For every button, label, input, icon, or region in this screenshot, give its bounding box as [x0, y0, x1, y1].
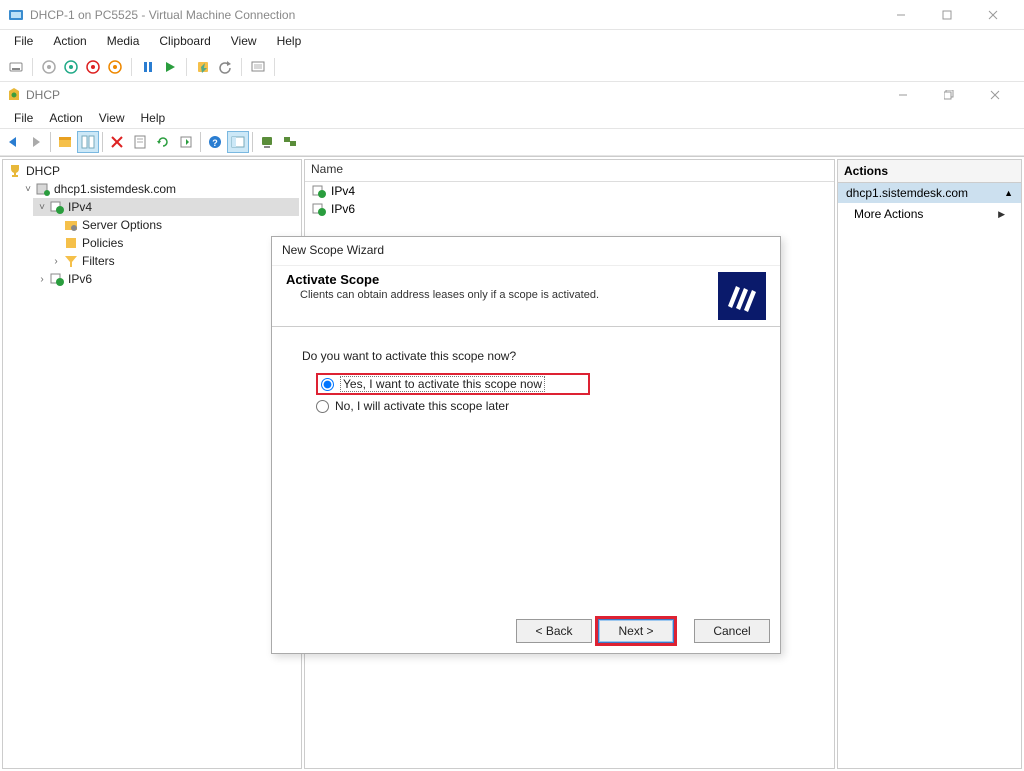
list-header-name[interactable]: Name: [305, 160, 834, 182]
vm-menu-action[interactable]: Action: [45, 32, 94, 50]
vm-toolbar: [0, 52, 1024, 82]
actions-panel: Actions dhcp1.sistemdesk.com ▲ More Acti…: [837, 159, 1022, 769]
dhcp-restore-button[interactable]: [926, 82, 972, 108]
tree-ipv6[interactable]: › IPv6: [33, 270, 299, 288]
radio-no-label: No, I will activate this scope later: [335, 399, 509, 413]
vm-icon: [8, 7, 24, 23]
cancel-button[interactable]: Cancel: [694, 619, 770, 643]
wizard-title: New Scope Wizard: [272, 237, 780, 265]
collapse-arrow-icon: ▲: [1004, 188, 1013, 198]
radio-no-row[interactable]: No, I will activate this scope later: [316, 399, 750, 413]
vm-title: DHCP-1 on PC5525 - Virtual Machine Conne…: [30, 8, 295, 22]
actions-section[interactable]: dhcp1.sistemdesk.com ▲: [838, 183, 1021, 203]
more-actions[interactable]: More Actions ▶: [838, 203, 1021, 225]
server-icon: [35, 181, 51, 197]
filters-icon: [63, 253, 79, 269]
radio-yes-label: Yes, I want to activate this scope now: [340, 376, 545, 392]
tree-ipv4[interactable]: ˅ IPv4: [33, 198, 299, 216]
actions-header: Actions: [838, 160, 1021, 183]
expand-icon[interactable]: ›: [49, 256, 63, 267]
mmc-toolbar: ?: [0, 128, 1024, 156]
dhcp-titlebar: DHCP: [0, 82, 1024, 108]
policies-icon: [63, 235, 79, 251]
tree-server-options[interactable]: Server Options: [47, 216, 299, 234]
forward-icon[interactable]: [25, 131, 47, 153]
pause-icon[interactable]: [138, 57, 158, 77]
show-hide-tree-icon[interactable]: [54, 131, 76, 153]
expand-icon[interactable]: ›: [35, 274, 49, 285]
dhcp-minimize-button[interactable]: [880, 82, 926, 108]
wizard-header-icon: [718, 272, 766, 320]
tree-filters[interactable]: › Filters: [47, 252, 299, 270]
maximize-button[interactable]: [924, 0, 970, 30]
radio-no[interactable]: [316, 400, 329, 413]
wizard-header-title: Activate Scope: [286, 272, 718, 287]
vm-menubar: File Action Media Clipboard View Help: [0, 30, 1024, 52]
dhcp-icon: [6, 86, 22, 105]
vm-menu-file[interactable]: File: [6, 32, 41, 50]
collapse-icon[interactable]: ˅: [21, 184, 35, 195]
reset-icon[interactable]: [160, 57, 180, 77]
vm-menu-media[interactable]: Media: [99, 32, 148, 50]
back-icon[interactable]: [2, 131, 24, 153]
ipv4-icon: [311, 183, 327, 199]
shutdown-icon[interactable]: [83, 57, 103, 77]
ctrl-alt-del-icon[interactable]: [6, 57, 26, 77]
ipv6-icon: [49, 271, 65, 287]
turnoff-icon[interactable]: [61, 57, 81, 77]
trophy-icon: [7, 163, 23, 179]
dhcp-close-button[interactable]: [972, 82, 1018, 108]
close-button[interactable]: [970, 0, 1016, 30]
delete-icon[interactable]: [106, 131, 128, 153]
start-icon[interactable]: [39, 57, 59, 77]
wizard-question: Do you want to activate this scope now?: [302, 349, 750, 363]
show-hide-action-icon[interactable]: [77, 131, 99, 153]
ipv4-icon: [49, 199, 65, 215]
vm-menu-view[interactable]: View: [223, 32, 265, 50]
ipv6-icon: [311, 201, 327, 217]
folder-gear-icon: [63, 217, 79, 233]
minimize-button[interactable]: [878, 0, 924, 30]
back-button[interactable]: < Back: [516, 619, 592, 643]
save-icon[interactable]: [105, 57, 125, 77]
wizard-header-sub: Clients can obtain address leases only i…: [286, 287, 718, 301]
list-panel: Name IPv4 IPv6 New Scope Wizard Activate…: [304, 159, 835, 769]
vm-titlebar: DHCP-1 on PC5525 - Virtual Machine Conne…: [0, 0, 1024, 30]
tree-policies[interactable]: Policies: [47, 234, 299, 252]
tree-server[interactable]: ˅ dhcp1.sistemdesk.com: [19, 180, 299, 198]
tree-root[interactable]: DHCP: [5, 162, 299, 180]
mmc-menu-help[interactable]: Help: [133, 109, 174, 127]
export-icon[interactable]: [175, 131, 197, 153]
mmc-menu-action[interactable]: Action: [41, 109, 90, 127]
refresh-icon[interactable]: [152, 131, 174, 153]
mmc-menu-file[interactable]: File: [6, 109, 41, 127]
add-server-icon[interactable]: [256, 131, 278, 153]
svg-text:?: ?: [212, 138, 218, 148]
list-item-ipv6[interactable]: IPv6: [305, 200, 834, 218]
vm-menu-clipboard[interactable]: Clipboard: [151, 32, 218, 50]
radio-yes[interactable]: [321, 378, 334, 391]
mmc-menubar: File Action View Help: [0, 108, 1024, 128]
manage-authorized-icon[interactable]: [279, 131, 301, 153]
new-scope-wizard: New Scope Wizard Activate Scope Clients …: [271, 236, 781, 654]
enhanced-session-icon[interactable]: [248, 57, 268, 77]
mmc-menu-view[interactable]: View: [91, 109, 133, 127]
vm-menu-help[interactable]: Help: [269, 32, 310, 50]
collapse-icon[interactable]: ˅: [35, 202, 49, 213]
checkpoint-icon[interactable]: [193, 57, 213, 77]
revert-icon[interactable]: [215, 57, 235, 77]
next-button[interactable]: Next >: [598, 619, 674, 643]
list-item-ipv4[interactable]: IPv4: [305, 182, 834, 200]
help-icon[interactable]: ?: [204, 131, 226, 153]
radio-yes-row[interactable]: Yes, I want to activate this scope now: [316, 373, 590, 395]
tree-panel: DHCP ˅ dhcp1.sistemdesk.com ˅ IPv4: [2, 159, 302, 769]
small-icons-icon[interactable]: [227, 131, 249, 153]
submenu-arrow-icon: ▶: [998, 209, 1005, 220]
dhcp-title: DHCP: [26, 88, 60, 102]
properties-icon[interactable]: [129, 131, 151, 153]
